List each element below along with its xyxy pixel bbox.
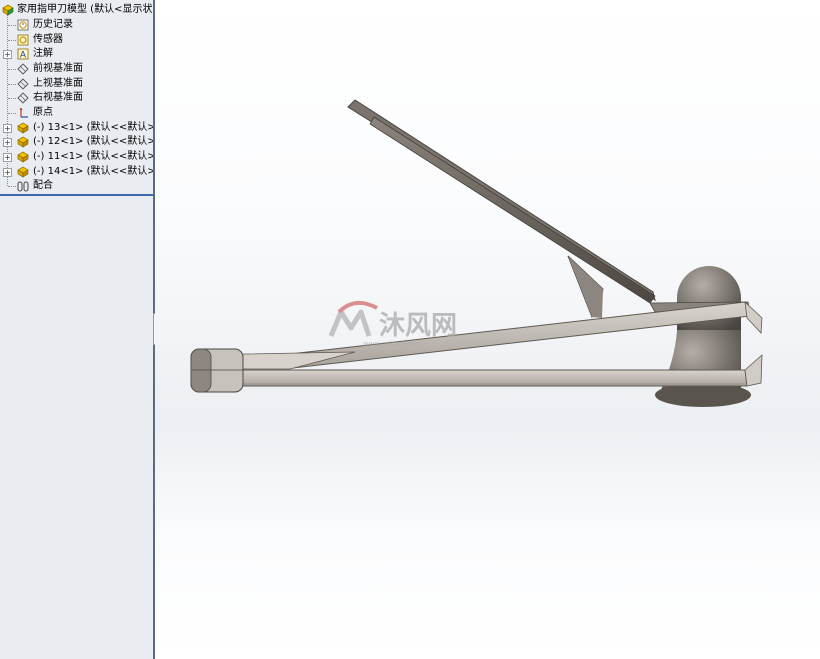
- tree-item-label: (-) 13<1> (默认<<默认>_: [33, 122, 153, 133]
- mates-icon: [17, 181, 29, 192]
- expand-toggle[interactable]: +: [3, 168, 12, 177]
- tree-item-label: 原点: [33, 107, 53, 118]
- tree-root-assembly[interactable]: 家用指甲刀模型 (默认<显示状: [0, 3, 153, 17]
- tree-item-mates[interactable]: 配合: [0, 179, 153, 193]
- sensor-icon: [17, 34, 29, 46]
- expand-toggle[interactable]: +: [3, 50, 12, 59]
- nail-clipper-model: 沐风网 www.mfcad.com: [190, 99, 763, 407]
- plane-icon: [17, 78, 29, 90]
- tree-item-label: 右视基准面: [33, 92, 83, 103]
- tree-item-part-12[interactable]: + (-) 12<1> (默认<<默认>_: [0, 135, 153, 149]
- expand-toggle[interactable]: +: [3, 138, 12, 147]
- tree-divider: [0, 194, 153, 196]
- tree-item-label: 注解: [33, 48, 53, 59]
- history-icon: [17, 19, 29, 31]
- plane-icon: [17, 63, 29, 75]
- tree-item-right-plane[interactable]: 右视基准面: [0, 91, 153, 105]
- graphics-viewport[interactable]: 沐风网 www.mfcad.com: [155, 0, 820, 659]
- tree-item-label: (-) 12<1> (默认<<默认>_: [33, 136, 153, 147]
- tree-item-part-14[interactable]: + (-) 14<1> (默认<<默认>_: [0, 165, 153, 179]
- svg-text:A: A: [20, 51, 27, 61]
- tree-item-label: (-) 14<1> (默认<<默认>_: [33, 166, 153, 177]
- expand-toggle[interactable]: +: [3, 124, 12, 133]
- watermark-text: 沐风网: [379, 311, 457, 341]
- tree-item-history[interactable]: 历史记录: [0, 18, 153, 32]
- tree-item-part-13[interactable]: + (-) 13<1> (默认<<默认>_: [0, 121, 153, 135]
- tree-item-label: 配合: [33, 180, 53, 191]
- plane-icon: [17, 92, 29, 104]
- tree-item-top-plane[interactable]: 上视基准面: [0, 77, 153, 91]
- part-icon: [17, 122, 29, 134]
- tree-item-front-plane[interactable]: 前视基准面: [0, 62, 153, 76]
- assembly-icon: [2, 4, 14, 16]
- tree-item-label: 前视基准面: [33, 63, 83, 74]
- origin-icon: [19, 107, 28, 118]
- part-icon: [17, 151, 29, 163]
- tree-item-annotations[interactable]: + A 注解: [0, 47, 153, 61]
- watermark-logo: [328, 300, 378, 337]
- tree-item-origin[interactable]: 原点: [0, 106, 153, 120]
- tree-item-sensors[interactable]: 传感器: [0, 33, 153, 47]
- part-icon: [17, 136, 29, 148]
- tree-item-label: 上视基准面: [33, 78, 83, 89]
- expand-toggle[interactable]: +: [3, 153, 12, 162]
- watermark-url: www.mfcad.com: [363, 340, 421, 348]
- feature-tree-panel: 家用指甲刀模型 (默认<显示状 历史记录 传感器 + A 注解 前视基准面 上视…: [0, 0, 153, 659]
- clipper-pivot-rivet: [190, 348, 244, 393]
- tree-item-label: (-) 11<1> (默认<<默认>_: [33, 151, 153, 162]
- tree-item-label: 历史记录: [33, 19, 73, 30]
- tree-root-label: 家用指甲刀模型 (默认<显示状: [17, 4, 153, 15]
- tree-item-part-11[interactable]: + (-) 11<1> (默认<<默认>_: [0, 150, 153, 164]
- tree-item-label: 传感器: [33, 34, 63, 45]
- part-icon: [17, 166, 29, 178]
- annotation-icon: A: [17, 48, 29, 60]
